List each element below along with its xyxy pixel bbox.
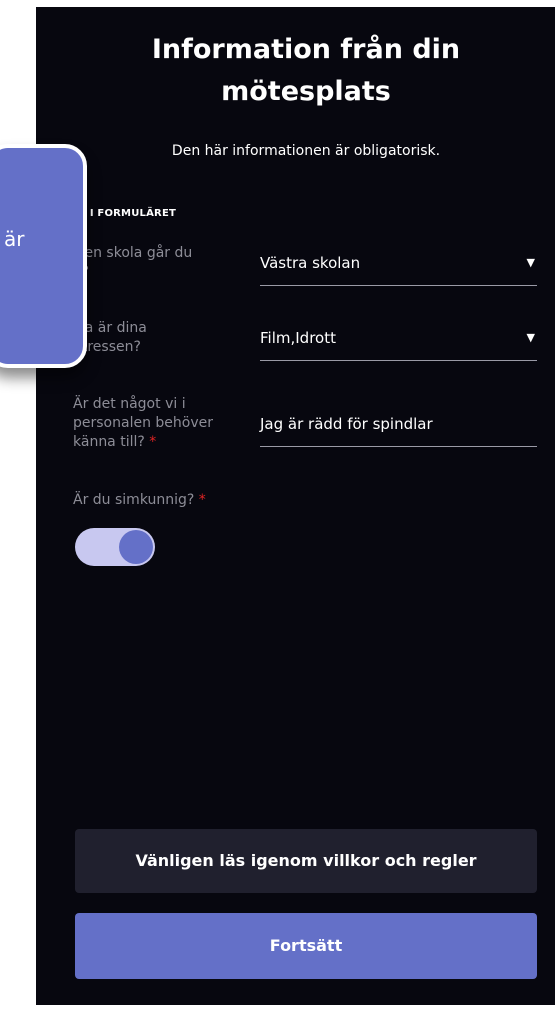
chevron-down-icon: ▼ <box>526 256 535 269</box>
school-question-label: lken skola går du å? <box>73 244 288 282</box>
terms-button[interactable]: Vänligen läs igenom villkor och regler <box>75 829 537 893</box>
required-asterisk: * <box>198 492 206 508</box>
continue-button[interactable]: Fortsätt <box>75 913 537 979</box>
page-subtitle: Den här informationen är obligatorisk. <box>171 143 441 159</box>
form-section-label: LL I FORMULÄRET <box>73 208 176 219</box>
swimming-question-label: Är du simkunnig? * <box>73 491 288 510</box>
interests-question-label: lka är dina ntressen? <box>73 319 288 357</box>
staff-info-question-line-2: personalen behöver <box>73 415 213 431</box>
school-select[interactable]: Västra skolan ▼ <box>260 244 537 286</box>
toggle-knob <box>119 530 153 564</box>
title-line-2: mötesplats <box>221 76 391 107</box>
swimming-question-text: Är du simkunnig? <box>73 492 195 508</box>
interests-question-line-1: lka är dina <box>73 320 147 336</box>
interests-question-line-2: ntressen? <box>73 339 141 355</box>
interests-select[interactable]: Film,Idrott ▼ <box>260 319 537 361</box>
staff-info-question-text: känna till? <box>73 434 145 450</box>
staff-info-input-value: Jag är rädd för spindlar <box>260 415 433 433</box>
staff-info-text-input[interactable]: Jag är rädd för spindlar <box>260 405 537 447</box>
swimming-toggle[interactable] <box>75 528 155 566</box>
school-question-line-1: lken skola går du <box>73 245 193 261</box>
school-question-line-2: å? <box>73 263 288 282</box>
staff-info-question-line-3: känna till? * <box>73 433 288 452</box>
tooltip-text: är <box>4 227 25 251</box>
tooltip-popup: är <box>0 144 87 368</box>
staff-info-question-label: Är det något vi i personalen behöver kän… <box>73 395 288 452</box>
title-line-1: Information från din <box>151 34 461 65</box>
school-select-value: Västra skolan <box>260 254 361 272</box>
page-title: Information från din mötesplats <box>36 29 555 113</box>
phone-screen: Information från din mötesplats Den här … <box>36 7 555 1005</box>
chevron-down-icon: ▼ <box>526 331 535 344</box>
required-asterisk: * <box>149 434 157 450</box>
interests-select-value: Film,Idrott <box>260 329 336 347</box>
staff-info-question-line-1: Är det något vi i <box>73 396 186 412</box>
